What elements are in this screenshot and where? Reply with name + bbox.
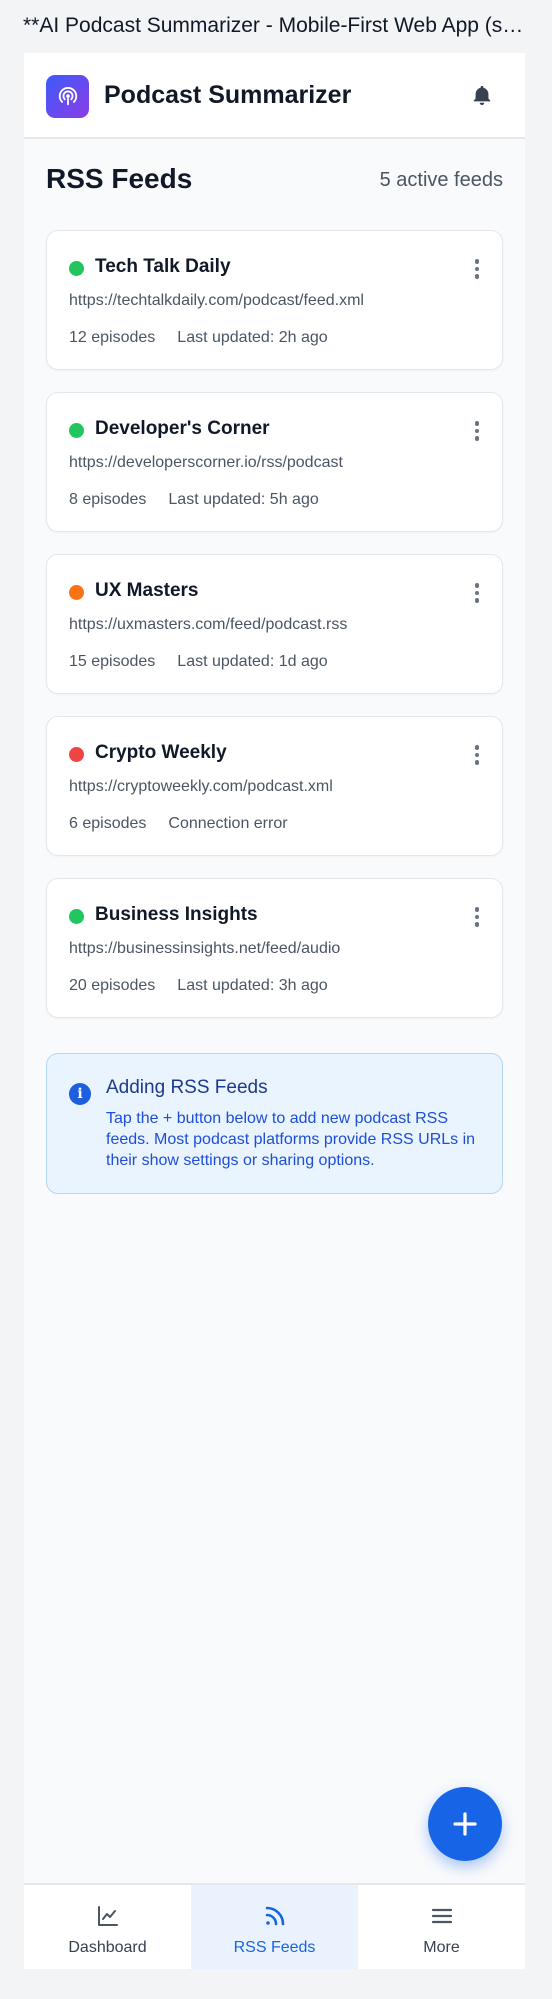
feed-meta: 12 episodes Last updated: 2h ago — [69, 329, 328, 347]
app-name: Podcast Summarizer — [104, 81, 352, 109]
feed-url: https://techtalkdaily.com/podcast/feed.x… — [69, 292, 364, 309]
menu-icon — [428, 1902, 456, 1930]
app-header: Podcast Summarizer — [24, 53, 525, 139]
status-dot — [69, 423, 84, 438]
feed-url: https://developerscorner.io/rss/podcast — [69, 454, 343, 471]
feed-episodes: 20 episodes — [69, 977, 156, 994]
nav-item-more[interactable]: More — [358, 1885, 525, 1969]
feed-card[interactable]: Developer's Corner https://developerscor… — [46, 392, 503, 532]
feed-name: Business Insights — [95, 904, 258, 925]
feed-meta: 6 episodes Connection error — [69, 815, 288, 833]
more-vertical-icon[interactable] — [467, 255, 487, 283]
more-vertical-icon[interactable] — [467, 741, 487, 769]
page-title: **AI Podcast Summarizer - Mobile-First W… — [23, 14, 533, 37]
status-dot — [69, 909, 84, 924]
plus-icon — [453, 1812, 477, 1836]
chart-line-icon — [94, 1902, 122, 1930]
feed-meta: 8 episodes Last updated: 5h ago — [69, 491, 319, 509]
more-vertical-icon[interactable] — [467, 417, 487, 445]
podcast-icon — [46, 75, 89, 118]
info-box: i Adding RSS Feeds Tap the + button belo… — [46, 1053, 503, 1194]
feed-status-text: Last updated: 2h ago — [177, 329, 328, 346]
feed-episodes: 15 episodes — [69, 653, 156, 670]
feed-card[interactable]: Tech Talk Daily https://techtalkdaily.co… — [46, 230, 503, 370]
more-vertical-icon[interactable] — [467, 579, 487, 607]
feed-episodes: 8 episodes — [69, 491, 147, 508]
nav-item-rss-feeds[interactable]: RSS Feeds — [191, 1885, 358, 1969]
status-dot — [69, 261, 84, 276]
feed-episodes: 6 episodes — [69, 815, 147, 832]
status-dot — [69, 747, 84, 762]
info-text: Tap the + button below to add new podcas… — [106, 1110, 476, 1169]
feed-name: UX Masters — [95, 580, 199, 601]
info-icon: i — [69, 1083, 91, 1105]
feed-status-text: Last updated: 1d ago — [177, 653, 328, 670]
bell-icon[interactable] — [468, 81, 496, 109]
feed-status-text: Connection error — [168, 815, 288, 832]
status-dot — [69, 585, 84, 600]
feed-url: https://cryptoweekly.com/podcast.xml — [69, 778, 333, 795]
feed-meta: 20 episodes Last updated: 3h ago — [69, 977, 328, 995]
more-vertical-icon[interactable] — [467, 903, 487, 931]
nav-label: Dashboard — [68, 1939, 147, 1956]
rss-icon — [261, 1902, 289, 1930]
app-container: Podcast Summarizer RSS Feeds 5 active fe… — [24, 53, 525, 1969]
info-title: Adding RSS Feeds — [106, 1077, 268, 1098]
nav-label: More — [423, 1939, 460, 1956]
nav-label: RSS Feeds — [233, 1939, 316, 1956]
add-feed-button[interactable] — [428, 1787, 502, 1861]
feed-status-text: Last updated: 3h ago — [177, 977, 328, 994]
section-title: RSS Feeds — [46, 163, 193, 194]
feed-list: Tech Talk Daily https://techtalkdaily.co… — [46, 230, 503, 1040]
feed-url: https://businessinsights.net/feed/audio — [69, 940, 341, 957]
feed-episodes: 12 episodes — [69, 329, 156, 346]
feed-meta: 15 episodes Last updated: 1d ago — [69, 653, 328, 671]
feed-card[interactable]: UX Masters https://uxmasters.com/feed/po… — [46, 554, 503, 694]
feed-name: Crypto Weekly — [95, 742, 227, 763]
bottom-nav: Dashboard RSS Feeds More — [24, 1883, 525, 1969]
feed-url: https://uxmasters.com/feed/podcast.rss — [69, 616, 348, 633]
feed-card[interactable]: Crypto Weekly https://cryptoweekly.com/p… — [46, 716, 503, 856]
nav-item-dashboard[interactable]: Dashboard — [24, 1885, 191, 1969]
feed-status-text: Last updated: 5h ago — [168, 491, 319, 508]
feed-name: Developer's Corner — [95, 418, 270, 439]
feed-card[interactable]: Business Insights https://businessinsigh… — [46, 878, 503, 1018]
feed-name: Tech Talk Daily — [95, 256, 231, 277]
active-feeds-count: 5 active feeds — [379, 169, 503, 191]
